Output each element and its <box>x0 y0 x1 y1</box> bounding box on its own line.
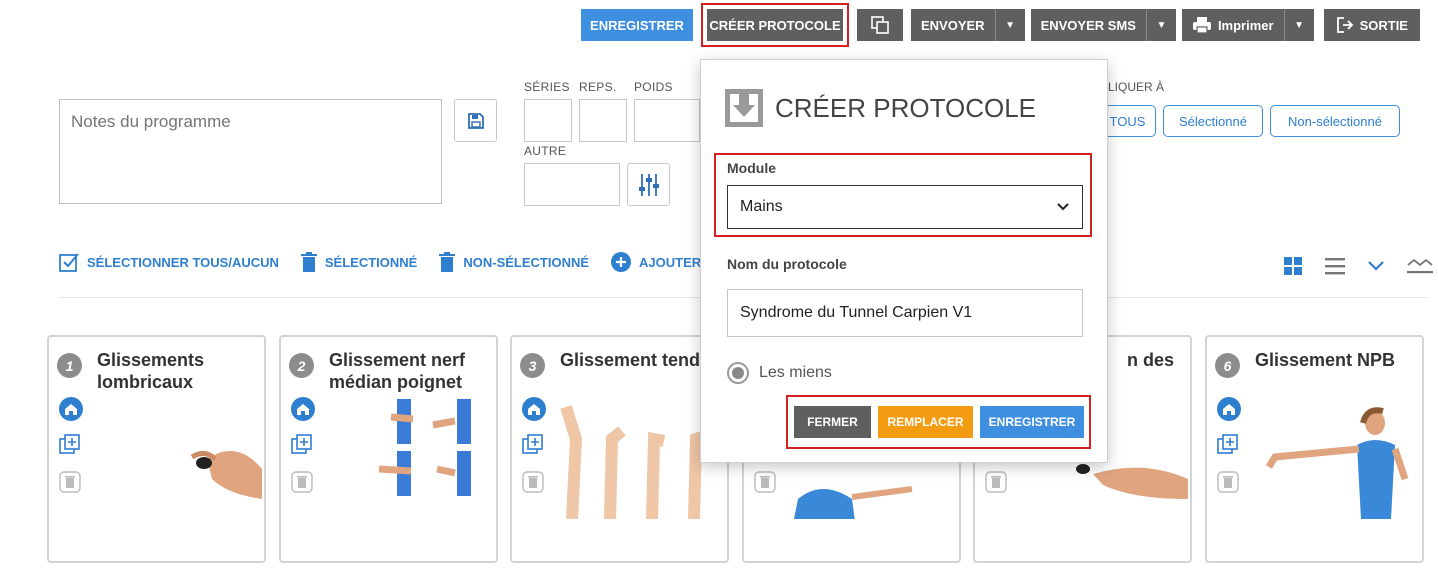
apply-selected-button[interactable]: Sélectionné <box>1163 105 1263 137</box>
add-button[interactable]: AJOUTER D <box>611 252 714 272</box>
exercise-card[interactable]: 6 Glissement NPB <box>1205 335 1424 563</box>
duplicate-icon[interactable] <box>522 434 544 456</box>
plus-circle-icon <box>611 252 632 272</box>
module-label: Module <box>727 160 776 176</box>
print-label: Imprimer <box>1217 17 1274 33</box>
weight-label: POIDS <box>634 80 673 94</box>
dialog-header: CRÉER PROTOCOLE <box>725 89 1036 127</box>
collapse-icon[interactable] <box>1407 257 1433 275</box>
send-sms-split-button: ENVOYER SMS ▼ <box>1030 9 1176 41</box>
trash-icon <box>300 252 317 272</box>
delete-unselected-label: NON-SÉLECTIONNÉ <box>463 254 590 270</box>
delete-selected-button[interactable]: SÉLECTIONNÉ <box>300 252 418 272</box>
trash-icon[interactable] <box>522 471 544 493</box>
program-notes-input[interactable] <box>59 99 442 204</box>
card-number: 2 <box>289 353 314 378</box>
delete-unselected-button[interactable]: NON-SÉLECTIONNÉ <box>439 252 589 272</box>
exercise-card[interactable]: 1 Glissements lombricaux <box>47 335 266 563</box>
exit-button[interactable]: SORTIE <box>1323 9 1420 41</box>
series-label: SÉRIES <box>524 80 570 94</box>
printer-icon <box>1192 17 1211 34</box>
select-all-none-button[interactable]: SÉLECTIONNER TOUS/AUCUN <box>59 252 279 272</box>
dialog-title: CRÉER PROTOCOLE <box>775 92 1037 123</box>
trash-icon[interactable] <box>985 471 1007 493</box>
card-title: Glissement NPB <box>1255 350 1396 370</box>
exercise-card[interactable]: 2 Glissement nerf médian poignet <box>279 335 498 563</box>
chevron-down-icon[interactable] <box>1367 260 1385 272</box>
trash-icon <box>439 252 456 272</box>
protocol-name-label: Nom du protocole <box>727 256 847 272</box>
card-number: 1 <box>57 353 82 378</box>
mine-radio-label: Les miens <box>759 364 832 381</box>
reps-input[interactable] <box>579 99 627 142</box>
delete-selected-label: SÉLECTIONNÉ <box>324 254 418 270</box>
select-all-label: SÉLECTIONNER TOUS/AUCUN <box>87 254 279 270</box>
save-button[interactable]: ENREGISTRER <box>581 9 693 41</box>
exercise-image-hand-ball <box>190 451 262 499</box>
list-view-icon[interactable] <box>1325 257 1345 275</box>
card-title: Glissement nerf médian poignet <box>329 350 466 392</box>
sliders-icon <box>638 173 659 196</box>
mine-radio-option[interactable]: Les miens <box>727 362 832 384</box>
print-button[interactable]: Imprimer <box>1181 9 1284 41</box>
home-icon[interactable] <box>291 397 315 421</box>
apply-to-label: PLIQUER À <box>1100 80 1165 94</box>
exercise-actions-bar: SÉLECTIONNER TOUS/AUCUN SÉLECTIONNÉ NON-… <box>59 252 736 272</box>
home-icon[interactable] <box>59 397 83 421</box>
trash-icon[interactable] <box>291 471 313 493</box>
adjust-button[interactable] <box>627 163 670 206</box>
create-protocol-dialog: CRÉER PROTOCOLE Module Mains Nom du prot… <box>700 59 1108 463</box>
replace-button[interactable]: REMPLACER <box>878 406 973 438</box>
duplicate-icon[interactable] <box>291 434 313 456</box>
other-label: AUTRE <box>524 144 567 158</box>
send-sms-dropdown-caret[interactable]: ▼ <box>1145 9 1176 41</box>
floppy-disk-icon <box>467 112 484 129</box>
radio-button[interactable] <box>727 362 749 384</box>
trash-icon[interactable] <box>1217 471 1239 493</box>
series-input[interactable] <box>524 99 572 142</box>
duplicate-icon[interactable] <box>1217 434 1239 456</box>
top-toolbar: ENREGISTRER CRÉER PROTOCOLE ENVOYER ▼ EN… <box>581 3 1420 47</box>
close-button[interactable]: FERMER <box>794 406 871 438</box>
trash-icon[interactable] <box>59 471 81 493</box>
send-sms-button[interactable]: ENVOYER SMS <box>1030 9 1146 41</box>
view-toggle-group <box>1283 256 1433 276</box>
create-protocol-button[interactable]: CRÉER PROTOCOLE <box>701 3 849 47</box>
exit-icon <box>1336 17 1353 33</box>
other-input[interactable] <box>524 163 620 206</box>
card-number: 6 <box>1215 353 1240 378</box>
exercise-image-person-arm-out <box>1265 407 1409 519</box>
send-split-button: ENVOYER ▼ <box>911 9 1025 41</box>
print-dropdown-caret[interactable]: ▼ <box>1283 9 1314 41</box>
module-selected-value: Mains <box>740 198 783 215</box>
apply-all-button[interactable]: TOUS <box>1100 105 1156 137</box>
dialog-save-button[interactable]: ENREGISTRER <box>980 406 1084 438</box>
grid-view-icon[interactable] <box>1283 256 1303 276</box>
trash-icon[interactable] <box>754 471 776 493</box>
send-button[interactable]: ENVOYER <box>911 9 995 41</box>
chevron-down-icon <box>1057 203 1069 211</box>
exit-label: SORTIE <box>1359 17 1408 33</box>
reps-label: REPS. <box>579 80 617 94</box>
apply-unselected-button[interactable]: Non-sélectionné <box>1270 105 1400 137</box>
exercise-card[interactable]: 3 Glissement tendon <box>510 335 729 563</box>
protocol-name-input[interactable]: Syndrome du Tunnel Carpien V1 <box>727 289 1083 337</box>
copy-icon <box>871 16 889 34</box>
module-select[interactable]: Mains <box>727 185 1083 229</box>
card-title: n des <box>1127 350 1175 370</box>
exercise-image-nerve-glide <box>378 399 471 496</box>
save-notes-button[interactable] <box>454 99 497 142</box>
card-title: Glissements lombricaux <box>97 350 205 392</box>
home-icon[interactable] <box>522 397 546 421</box>
duplicate-icon[interactable] <box>59 434 81 456</box>
download-box-icon <box>725 89 763 127</box>
print-split-button: Imprimer ▼ <box>1181 9 1314 41</box>
send-dropdown-caret[interactable]: ▼ <box>994 9 1025 41</box>
weight-input[interactable] <box>634 99 700 142</box>
checkbox-icon <box>59 253 79 272</box>
home-icon[interactable] <box>1217 397 1241 421</box>
card-number: 3 <box>520 353 545 378</box>
copy-button[interactable] <box>857 9 903 41</box>
